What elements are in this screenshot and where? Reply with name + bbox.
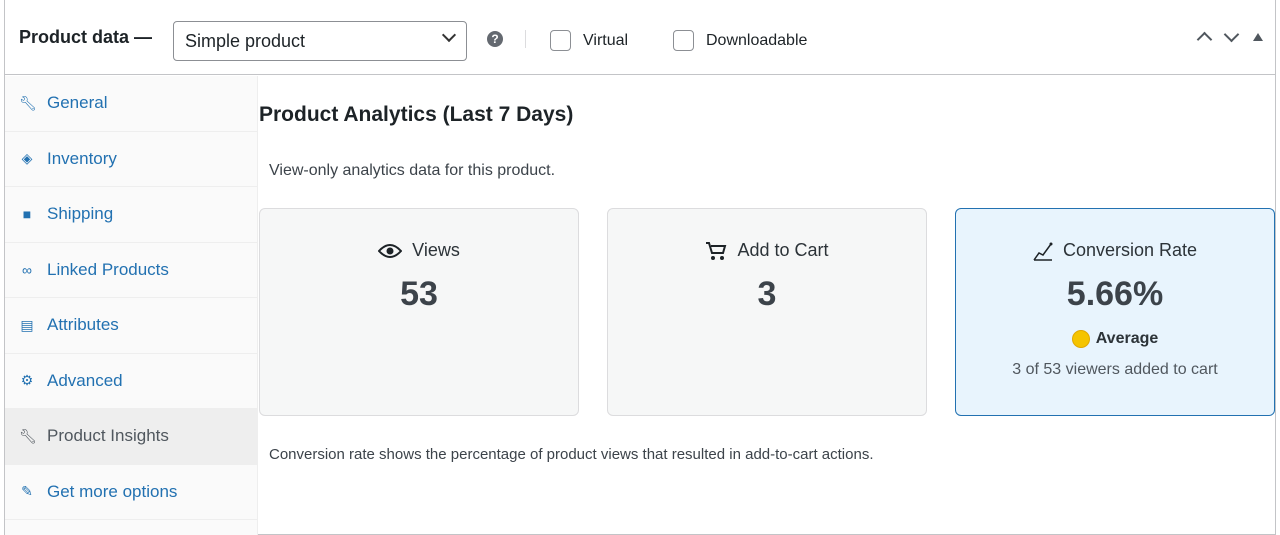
card-label: Add to Cart (737, 240, 829, 260)
cart-icon (706, 241, 727, 260)
downloadable-checkbox[interactable]: Downloadable (673, 30, 807, 51)
views-card: Views 53 (259, 208, 579, 416)
product-data-tabs: 🔧︎ General ◈ Inventory ■ Shipping ∞ Linked P… (5, 76, 258, 535)
tab-label: Shipping (47, 204, 114, 224)
panel-title: Product data — (19, 26, 153, 47)
tab-product-insights[interactable]: 🔧︎ Product Insights (5, 409, 257, 465)
checkbox-icon (673, 30, 694, 51)
card-label: Conversion Rate (1062, 240, 1198, 260)
downloadable-label: Downloadable (706, 31, 808, 49)
conversion-rate-value: 5.66% (1066, 275, 1164, 313)
product-data-panel: Product data — Simple product ? Virtual … (4, 0, 1276, 535)
panel-header: Product data — Simple product ? Virtual … (5, 0, 1275, 75)
rating-label: Average (1095, 330, 1159, 347)
collapse-toggle-icon[interactable] (1253, 32, 1263, 41)
link-icon: ∞ (22, 261, 32, 278)
tab-label: Inventory (47, 148, 117, 168)
analytics-title: Product Analytics (Last 7 Days) (259, 103, 574, 126)
tab-linked-products[interactable]: ∞ Linked Products (5, 243, 257, 298)
gear-icon: ⚙ (20, 372, 34, 389)
virtual-label: Virtual (583, 31, 629, 49)
card-label: Views (412, 240, 460, 260)
tab-label: Product Insights (47, 426, 169, 446)
product-type-value: Simple product (185, 31, 306, 51)
eye-icon (378, 243, 403, 258)
conversion-rate-card: Conversion Rate 5.66% Average 3 of 53 vi… (955, 208, 1275, 416)
plugin-icon: ✎ (21, 483, 33, 500)
conversion-footnote: Conversion rate shows the percentage of … (269, 446, 874, 463)
product-type-select[interactable]: Simple product (173, 21, 467, 61)
help-icon[interactable]: ? (487, 31, 503, 47)
tag-icon: ◈ (21, 150, 33, 167)
tab-label: Advanced (47, 370, 123, 390)
conversion-detail: 3 of 53 viewers added to cart (1012, 361, 1218, 378)
wrench-icon: 🔧︎ (19, 427, 37, 444)
chevron-down-icon (441, 27, 457, 43)
tab-label: General (47, 93, 108, 113)
checkbox-icon (550, 30, 571, 51)
tab-inventory[interactable]: ◈ Inventory (5, 132, 257, 187)
tab-general[interactable]: 🔧︎ General (5, 76, 257, 132)
chart-line-icon (1033, 242, 1053, 261)
move-up-icon[interactable] (1196, 31, 1213, 48)
divider (525, 30, 526, 48)
wrench-icon: 🔧︎ (19, 94, 37, 111)
analytics-description: View-only analytics data for this produc… (269, 162, 556, 179)
rating-dot-icon (1071, 330, 1090, 348)
tab-shipping[interactable]: ■ Shipping (5, 187, 257, 243)
tab-attributes[interactable]: ▤ Attributes (5, 298, 257, 354)
list-icon: ▤ (20, 316, 34, 333)
add-to-cart-card: Add to Cart 3 (607, 208, 927, 416)
move-down-icon[interactable] (1223, 26, 1240, 43)
tab-label: Linked Products (47, 259, 169, 279)
virtual-checkbox[interactable]: Virtual (550, 30, 628, 51)
tab-label: Attributes (47, 315, 119, 335)
tab-label: Get more options (47, 481, 178, 501)
add-to-cart-value: 3 (757, 275, 777, 313)
tab-get-more-options[interactable]: ✎ Get more options (5, 465, 257, 520)
tab-advanced[interactable]: ⚙ Advanced (5, 354, 257, 409)
truck-icon: ■ (22, 206, 32, 223)
views-value: 53 (400, 275, 438, 313)
